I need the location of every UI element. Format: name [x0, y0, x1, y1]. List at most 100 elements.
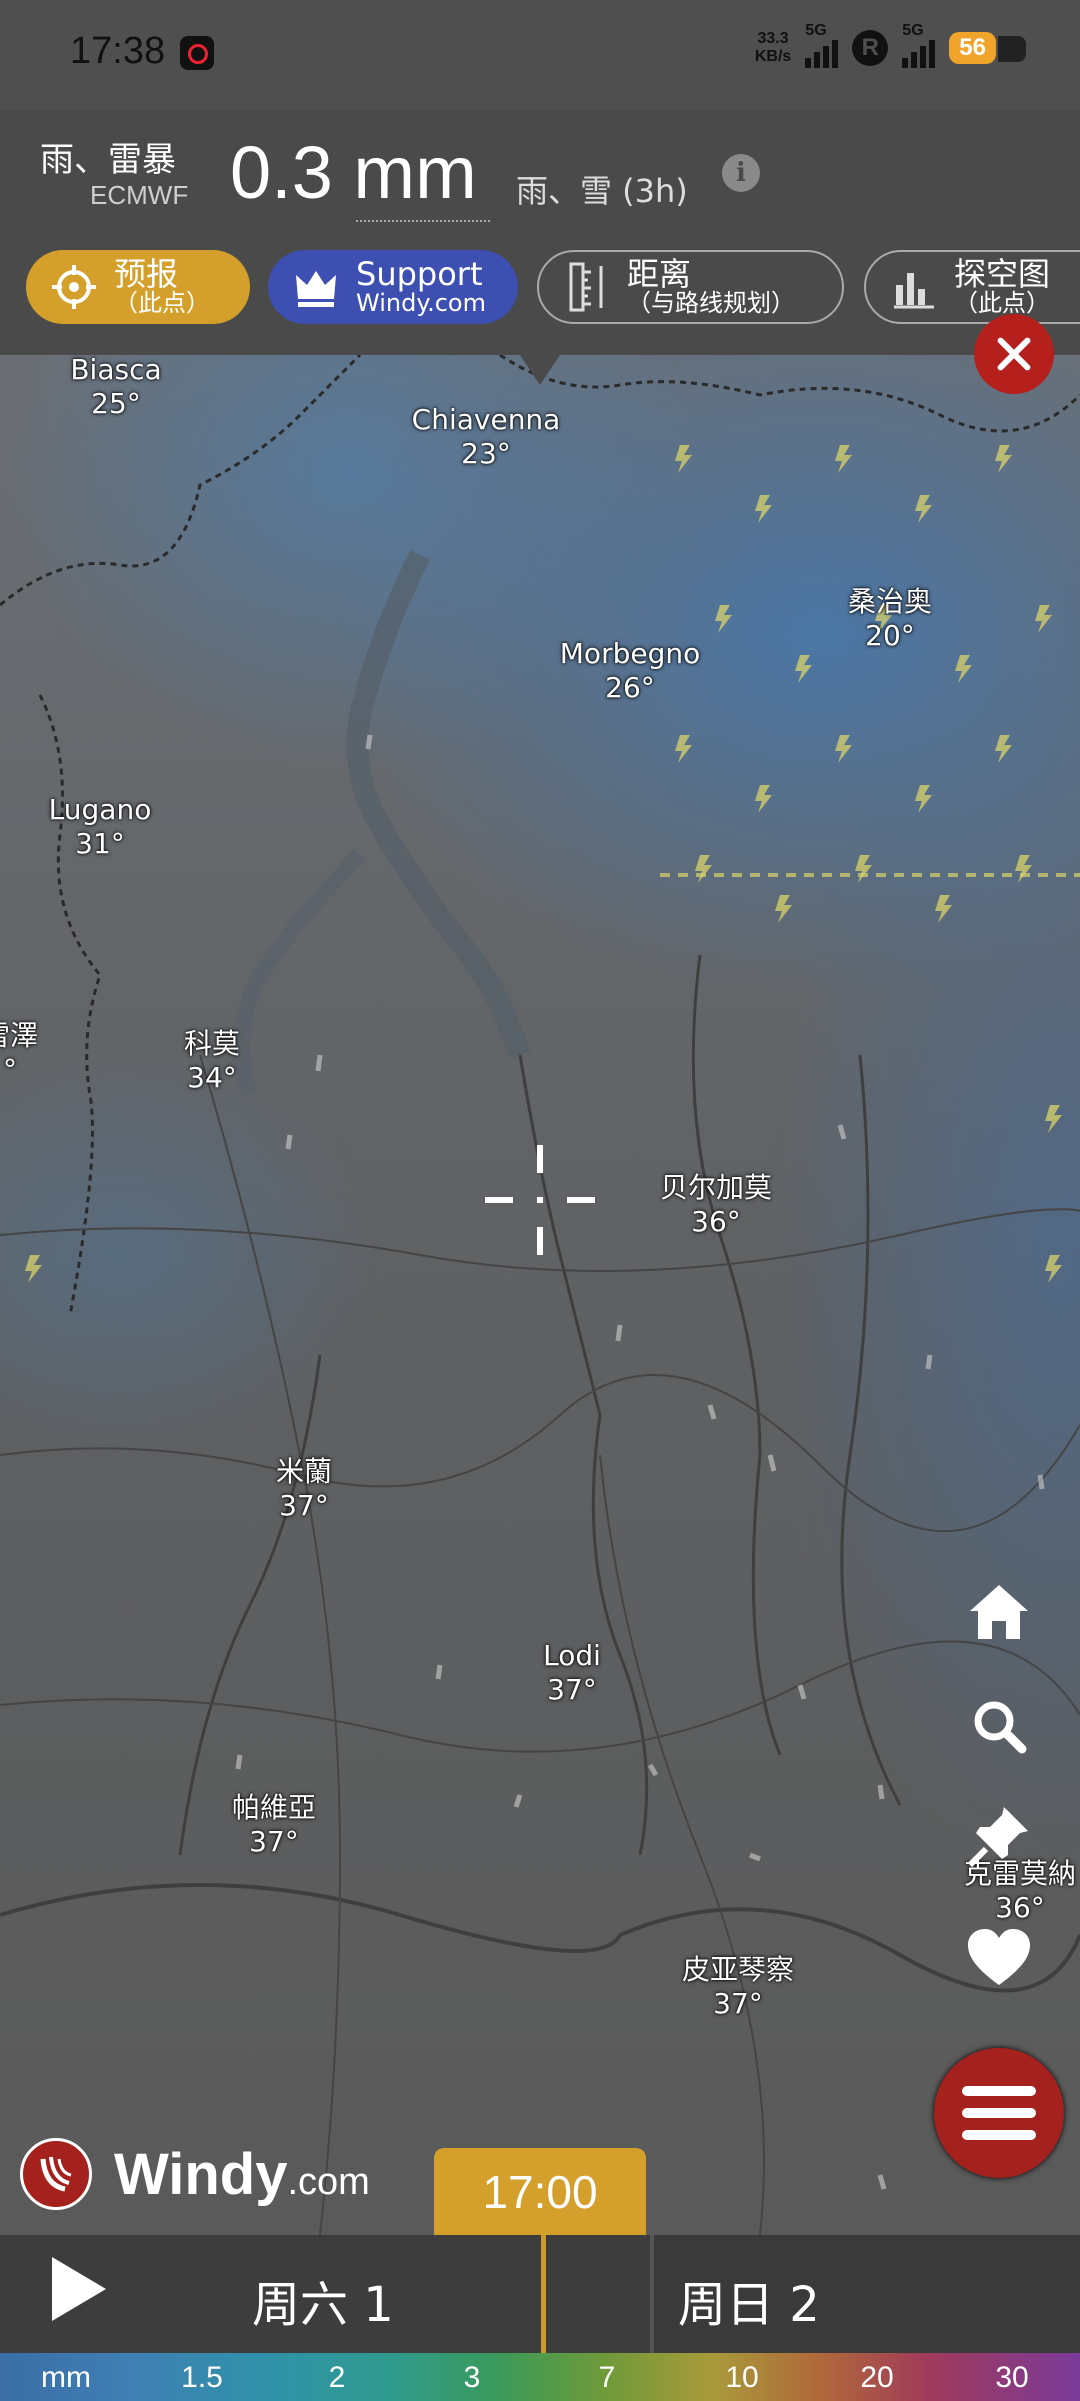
legend-tick: 20 [860, 2361, 894, 2394]
play-icon[interactable] [52, 2257, 106, 2321]
precip-value[interactable]: 0.3 mm [230, 130, 477, 215]
heart-icon[interactable] [964, 1923, 1034, 1993]
city-label[interactable]: Chiavenna 23° [412, 403, 561, 471]
support-windy-button[interactable]: Support Windy.com [268, 250, 518, 324]
network-1-label: 5G [805, 22, 827, 39]
model-name[interactable]: ECMWF [90, 180, 188, 211]
windy-logo-icon [20, 2138, 92, 2210]
city-name: Morbegno [559, 637, 701, 670]
bar-chart-icon [884, 257, 944, 317]
precip-legend[interactable]: mm 1.5 2 3 7 10 20 30 [0, 2353, 1080, 2401]
legend-tick: 10 [725, 2361, 759, 2394]
city-label[interactable]: 皮亚琴察 37° [682, 1953, 794, 2021]
signal-1-icon: 5G [805, 22, 839, 68]
city-name: Biasca [70, 355, 162, 386]
city-name: Lugano [48, 793, 152, 826]
brand-suffix: .com [287, 2160, 370, 2203]
ruler-icon [557, 257, 617, 317]
pin-icon[interactable] [964, 1801, 1034, 1871]
city-temp: 36° [691, 1205, 741, 1238]
weather-map[interactable]: Biasca 25° Chiavenna 23° 桑治奥 20° Morbegno 26… [0, 355, 1080, 2235]
status-icons: 33.3 KB/s 5G R 5G 56 [755, 22, 1040, 68]
network-speed-unit: KB/s [754, 48, 792, 65]
info-icon[interactable]: i [722, 154, 760, 192]
city-name: 桑治奥 [847, 585, 933, 618]
city-label[interactable]: 帕維亞 37° [232, 1791, 316, 1859]
city-temp: 25° [91, 387, 141, 420]
city-name: 米蘭 [275, 1455, 333, 1488]
legend-tick: 1.5 [181, 2361, 223, 2394]
city-label[interactable]: 雷澤° [0, 1019, 38, 1087]
city-label[interactable]: Lodi 37° [543, 1639, 601, 1707]
city-label[interactable]: Biasca 25° [70, 355, 161, 421]
network-speed: 33.3 KB/s [755, 30, 791, 66]
city-name: 贝尔加莫 [659, 1171, 773, 1204]
battery-indicator: 56 [949, 32, 1026, 64]
distance-sublabel: （与路线规划） [627, 289, 795, 318]
city-name: 科莫 [183, 1027, 241, 1060]
crown-icon [286, 257, 346, 317]
legend-tick: 7 [598, 2361, 616, 2394]
notification-app-icon [180, 36, 214, 70]
distance-label: 距离 [627, 254, 692, 293]
forecast-sublabel: （此点） [114, 289, 210, 318]
crosshair-icon [485, 1145, 595, 1255]
legend-tick: 2 [328, 2361, 346, 2394]
distance-button[interactable]: 距离 （与路线规划） [537, 250, 844, 324]
city-name: Lodi [543, 1639, 601, 1672]
forecast-label: 预报 [114, 254, 179, 293]
city-name: 雷澤 [0, 1019, 39, 1052]
legend-tick: 30 [995, 2361, 1029, 2394]
city-label[interactable]: Morbegno 26° [560, 637, 700, 705]
network-2-label: 5G [902, 22, 924, 39]
city-label[interactable]: 米蘭 37° [276, 1455, 332, 1523]
city-temp: 37° [547, 1673, 597, 1706]
city-name: 帕維亞 [231, 1791, 317, 1824]
support-label: Support [356, 254, 483, 293]
current-time-badge[interactable]: 17:00 [434, 2148, 646, 2256]
city-temp: ° [2, 1053, 17, 1086]
brand-name: Windy [114, 2141, 288, 2207]
city-temp: 26° [605, 671, 655, 704]
timeline[interactable]: 周六 1 周日 2 [0, 2235, 1080, 2353]
sounding-button[interactable]: 探空图 （此点） [864, 250, 1080, 324]
home-icon[interactable] [964, 1577, 1034, 1647]
layer-name[interactable]: 雨、雷暴 [40, 132, 176, 181]
status-bar: 17:38 33.3 KB/s 5G R 5G 56 [0, 0, 1080, 110]
legend-tick: 3 [463, 2361, 481, 2394]
close-icon[interactable] [974, 314, 1054, 394]
sounding-label: 探空图 [954, 254, 1051, 293]
search-icon[interactable] [964, 1691, 1034, 1761]
city-temp: 23° [461, 437, 511, 470]
status-time: 17:38 [70, 30, 166, 72]
city-label[interactable]: 桑治奥 20° [848, 585, 932, 653]
timeline-day-1[interactable]: 周六 1 [0, 2235, 650, 2353]
r-badge: R [852, 30, 889, 66]
precip-description: 雨、雪 (3h) [516, 172, 688, 210]
timeline-cursor[interactable] [541, 2235, 546, 2353]
forecast-target-icon [44, 257, 104, 317]
city-temp: 36° [995, 1891, 1045, 1924]
forecast-button[interactable]: 预报 （此点） [26, 250, 250, 324]
day-1-label: 周六 1 [252, 2277, 394, 2333]
windy-brand[interactable]: Windy.com [20, 2138, 370, 2210]
support-sublabel: Windy.com [356, 289, 486, 318]
sounding-sublabel: （此点） [954, 289, 1050, 318]
city-temp: 37° [249, 1825, 299, 1858]
city-temp: 20° [865, 619, 915, 652]
day-2-label: 周日 2 [678, 2277, 820, 2333]
city-label[interactable]: Lugano 31° [49, 793, 152, 861]
city-temp: 34° [187, 1061, 237, 1094]
city-label[interactable]: 科莫 34° [184, 1027, 240, 1095]
header-pointer [520, 355, 560, 385]
unit-underline [356, 220, 490, 222]
menu-icon[interactable] [934, 2048, 1064, 2178]
city-name: Chiavenna [411, 403, 561, 436]
city-temp: 37° [713, 1987, 763, 2020]
signal-2-icon: 5G [902, 22, 936, 68]
network-speed-value: 33.3 [757, 30, 789, 47]
legend-unit: mm [41, 2361, 91, 2394]
city-temp: 31° [75, 827, 125, 860]
timeline-day-2[interactable]: 周日 2 [654, 2235, 1080, 2353]
city-label[interactable]: 贝尔加莫 36° [660, 1171, 772, 1239]
